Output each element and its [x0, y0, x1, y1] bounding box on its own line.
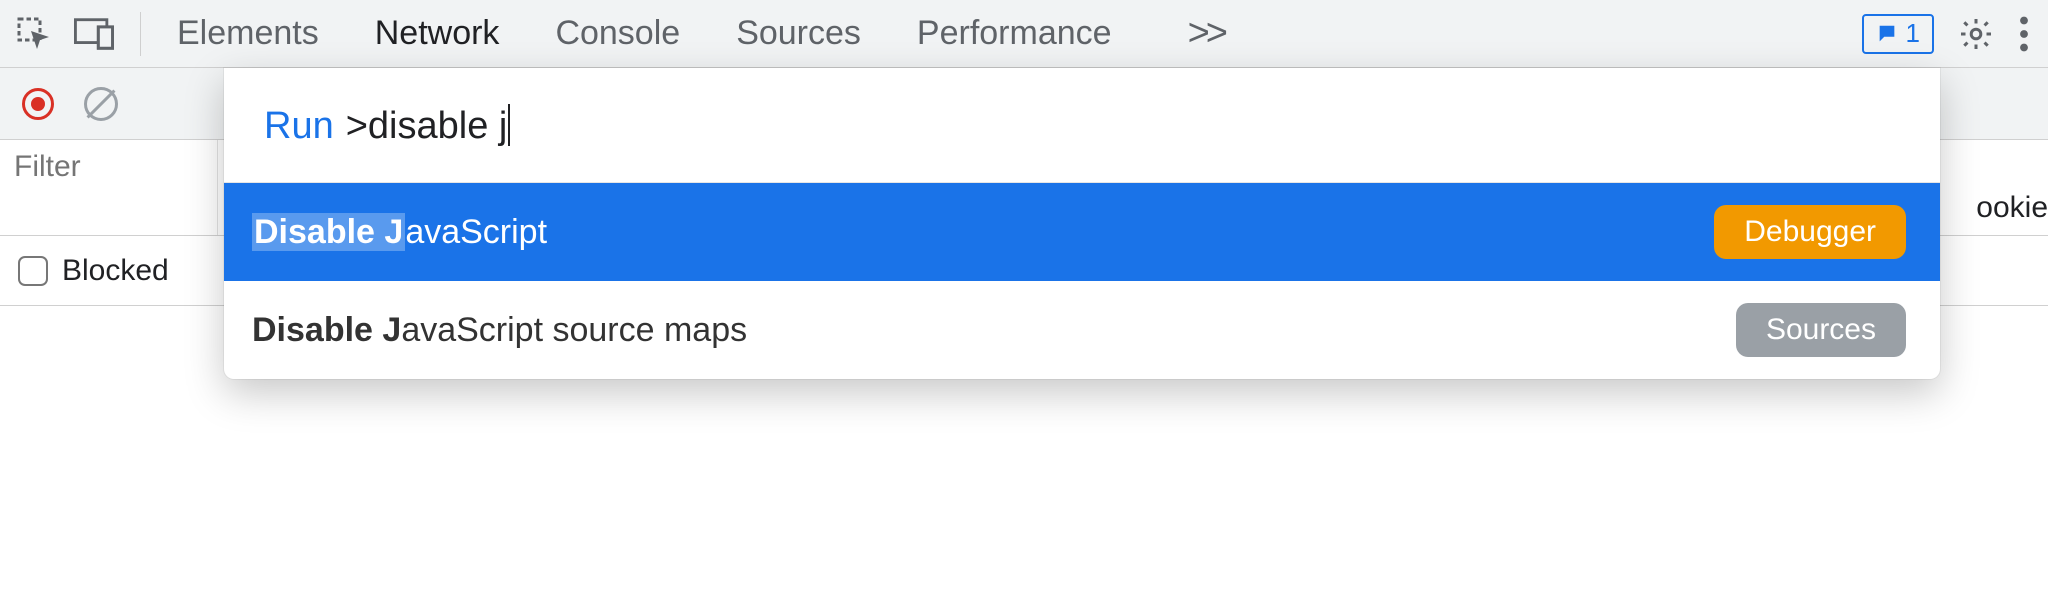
- command-palette-run-label: Run: [264, 105, 334, 148]
- tabs-container: Elements Network Console Sources Perform…: [157, 12, 1862, 55]
- tab-elements[interactable]: Elements: [177, 14, 319, 53]
- command-palette: Run >disable j Disable JavaScript Debugg…: [224, 68, 1940, 379]
- command-item-label: Disable JavaScript: [252, 213, 547, 252]
- tab-console[interactable]: Console: [555, 14, 680, 53]
- tab-sources[interactable]: Sources: [736, 14, 861, 53]
- divider: [140, 12, 141, 56]
- chat-bubble-icon: [1876, 23, 1898, 45]
- tab-performance[interactable]: Performance: [917, 14, 1112, 53]
- tabs-overflow-icon[interactable]: >>: [1188, 12, 1224, 55]
- inspect-element-icon[interactable]: [16, 16, 52, 52]
- cookies-label-partial: ookie: [1976, 191, 2048, 225]
- record-button-icon[interactable]: [22, 88, 54, 120]
- kebab-menu-icon[interactable]: [2018, 16, 2030, 52]
- device-toolbar-icon[interactable]: [74, 17, 114, 51]
- settings-gear-icon[interactable]: [1958, 16, 1994, 52]
- command-palette-input-row[interactable]: Run >disable j: [224, 68, 1940, 183]
- tab-network[interactable]: Network: [375, 14, 500, 53]
- issues-count: 1: [1906, 18, 1920, 49]
- blocked-requests-checkbox[interactable]: [18, 256, 48, 286]
- command-item-tag: Debugger: [1714, 205, 1906, 259]
- tabbar-right: 1: [1862, 14, 2036, 54]
- devtools-tabbar: Elements Network Console Sources Perform…: [0, 0, 2048, 68]
- command-item-disable-javascript[interactable]: Disable JavaScript Debugger: [224, 183, 1940, 281]
- filter-input[interactable]: [14, 150, 217, 184]
- command-item-disable-js-source-maps[interactable]: Disable JavaScript source maps Sources: [224, 281, 1940, 379]
- filter-box: [0, 140, 218, 235]
- command-item-tag: Sources: [1736, 303, 1906, 357]
- command-item-label: Disable JavaScript source maps: [252, 311, 747, 350]
- command-palette-query: >disable j: [346, 96, 511, 148]
- text-cursor-icon: [508, 104, 510, 146]
- clear-log-icon[interactable]: [84, 87, 118, 121]
- blocked-requests-label: Blocked: [62, 254, 169, 288]
- tabbar-left-icons: [6, 16, 128, 52]
- issues-badge[interactable]: 1: [1862, 14, 1934, 54]
